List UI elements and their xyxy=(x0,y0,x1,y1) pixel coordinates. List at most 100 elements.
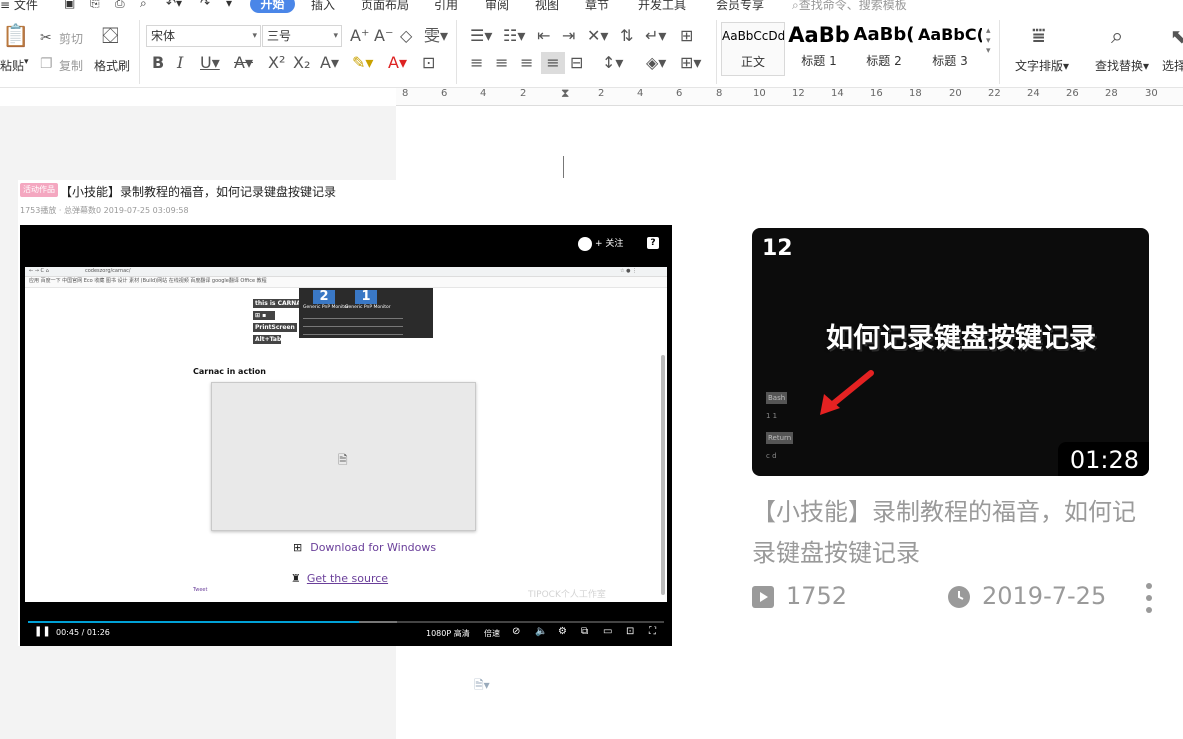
subscript-icon[interactable]: X₂ xyxy=(293,55,310,71)
tab-stops-icon[interactable]: ⊞ xyxy=(680,28,693,44)
fullscreen-icon[interactable]: ⛶ xyxy=(649,626,656,638)
file-menu[interactable]: ≡ 文件 xyxy=(0,0,38,13)
preview-icon[interactable]: ⌕ xyxy=(140,0,147,11)
volume-icon[interactable]: 🔈 xyxy=(535,626,547,638)
italic-icon[interactable]: I xyxy=(177,55,183,71)
video-player[interactable]: + 关注 ? ← → C ⌂ codeszorg/carnac/ ☆ ● ⋮ 应… xyxy=(20,225,672,646)
magnifier-icon[interactable]: ⌕ xyxy=(1111,26,1123,48)
scissors-icon[interactable]: ✂ xyxy=(40,30,52,46)
quality-button[interactable]: 1080P 高清 xyxy=(426,628,470,639)
divider xyxy=(716,20,717,84)
text-layout-button[interactable]: 文字排版▾ xyxy=(1015,57,1069,74)
select-cursor-icon[interactable]: ⬉ xyxy=(1170,26,1183,46)
speed-button[interactable]: 倍速 xyxy=(484,628,500,639)
text-layout-icon[interactable]: ⩸ xyxy=(1032,26,1045,48)
bullet-list-icon[interactable]: ☰▾ xyxy=(470,28,492,44)
copy-icon[interactable]: ❐ xyxy=(40,56,53,72)
tab-chapter[interactable]: 章节 xyxy=(585,0,609,13)
copy-button[interactable]: 复制 xyxy=(59,57,83,74)
undo-icon[interactable]: ↶▾ xyxy=(166,0,182,10)
cut-button[interactable]: 剪切 xyxy=(59,30,83,47)
follow-button[interactable]: + 关注 xyxy=(578,236,623,252)
command-search[interactable]: ⌕查找命令、搜索模板 xyxy=(792,0,907,13)
align-center-icon[interactable]: ≡ xyxy=(495,55,508,71)
tab-home[interactable]: 开始 xyxy=(250,0,295,13)
save-icon[interactable]: ▣ xyxy=(64,0,75,10)
ruler-tick: 6 xyxy=(441,88,448,99)
video-card-title[interactable]: 【小技能】录制教程的福音，如何记录键盘按键记录 xyxy=(752,492,1152,574)
font-color-icon[interactable]: A▾ xyxy=(388,55,407,71)
distribute-icon[interactable]: ⊟ xyxy=(570,55,583,71)
tab-page-layout[interactable]: 页面布局 xyxy=(361,0,409,13)
select-button[interactable]: 选择 xyxy=(1162,57,1183,74)
tab-insert[interactable]: 插入 xyxy=(311,0,335,13)
char-border-icon[interactable]: ⊡ xyxy=(422,55,435,71)
style-heading-1[interactable]: AaBb 标题 1 xyxy=(787,22,851,76)
chinese-layout-icon[interactable]: ✕▾ xyxy=(587,28,608,44)
text-cursor xyxy=(563,156,564,178)
pip-icon[interactable]: ⧉ xyxy=(581,626,588,638)
text-effect-icon[interactable]: A▾ xyxy=(320,55,339,71)
sort-icon[interactable]: ⇅ xyxy=(620,28,633,44)
clear-format-icon[interactable]: ◇ xyxy=(400,28,412,44)
show-marks-icon[interactable]: ↵▾ xyxy=(645,28,666,44)
bookmarks-text: 应用 百度一下 中国官网 Eco 收藏 图书 设计 素材 (Build)网站 在… xyxy=(29,278,267,284)
tab-developer[interactable]: 开发工具 xyxy=(638,0,686,13)
align-right-icon[interactable]: ≡ xyxy=(520,55,533,71)
line-spacing-icon[interactable]: ↕▾ xyxy=(602,55,623,71)
style-heading-2[interactable]: AaBb( 标题 2 xyxy=(852,22,916,76)
grow-font-icon[interactable]: A⁺ xyxy=(350,28,369,44)
font-name-select[interactable]: 宋体 ▾ xyxy=(146,25,261,47)
borders-icon[interactable]: ⊞▾ xyxy=(680,55,701,71)
tab-view[interactable]: 视图 xyxy=(535,0,559,13)
tab-references[interactable]: 引用 xyxy=(434,0,458,13)
pause-icon[interactable]: ❚❚ xyxy=(34,626,51,638)
numbered-list-icon[interactable]: ☷▾ xyxy=(503,28,525,44)
web-fullscreen-icon[interactable]: ⊡ xyxy=(626,626,634,638)
shading-icon[interactable]: ◈▾ xyxy=(646,55,666,71)
progress-bar[interactable] xyxy=(28,621,664,623)
underline-icon[interactable]: U▾ xyxy=(200,55,220,71)
settings-gear-icon[interactable]: ⚙ xyxy=(558,626,567,638)
find-replace-button[interactable]: 查找替换▾ xyxy=(1095,57,1149,74)
strikethrough-icon[interactable]: A▾ xyxy=(234,55,253,71)
paste-options-icon[interactable]: 🗎▾ xyxy=(474,676,490,697)
paste-button[interactable]: 粘贴 xyxy=(0,57,24,74)
paste-dropdown-icon[interactable]: ▾ xyxy=(24,57,29,67)
format-painter-icon[interactable]: ⛋ xyxy=(102,26,119,48)
help-icon[interactable]: ? xyxy=(647,237,659,249)
highlight-icon[interactable]: ✎▾ xyxy=(352,55,373,71)
export-icon[interactable]: ⎘ xyxy=(90,0,100,11)
align-left-icon[interactable]: ≡ xyxy=(470,55,483,71)
widescreen-icon[interactable]: ▭ xyxy=(603,626,612,638)
find-replace-label: 查找替换 xyxy=(1095,59,1144,73)
justify-icon[interactable]: ≡ xyxy=(541,52,565,74)
tab-member[interactable]: 会员专享 xyxy=(716,0,764,13)
recorded-browser-screen: ← → C ⌂ codeszorg/carnac/ ☆ ● ⋮ 应用 百度一下 … xyxy=(25,267,667,602)
indent-marker-icon[interactable]: ⧗ xyxy=(561,86,569,101)
bold-icon[interactable]: B xyxy=(152,55,164,71)
phonetic-icon[interactable]: 雯▾ xyxy=(424,28,448,44)
increase-indent-icon[interactable]: ⇥ xyxy=(562,28,575,44)
print-icon[interactable]: ⎙ xyxy=(115,0,125,11)
shrink-font-icon[interactable]: A⁻ xyxy=(374,28,393,44)
danmaku-off-icon[interactable]: ⊘ xyxy=(512,626,520,638)
more-options-icon[interactable] xyxy=(1144,583,1154,613)
format-painter-button[interactable]: 格式刷 xyxy=(94,57,130,74)
video-card-thumbnail[interactable]: 12 如何记录键盘按键记录 Bash 1 1 Return c d 01:28 xyxy=(752,228,1149,476)
horizontal-ruler[interactable]: 8 6 4 2 ⧗ 2 4 6 8 10 12 14 16 18 20 22 2… xyxy=(396,86,1183,106)
style-gallery-scroll-icon[interactable]: ▴ ▾ ▾ xyxy=(986,26,991,56)
font-size-select[interactable]: 三号 ▾ xyxy=(262,25,342,47)
monitor-label: Generic PnP Monitor xyxy=(345,305,391,310)
play-count-icon xyxy=(752,586,774,612)
decrease-indent-icon[interactable]: ⇤ xyxy=(537,28,550,44)
superscript-icon[interactable]: X² xyxy=(268,55,285,71)
tab-review[interactable]: 审阅 xyxy=(485,0,509,13)
style-normal[interactable]: AaBbCcDd 正文 xyxy=(721,22,785,76)
paste-icon[interactable]: 📋 xyxy=(2,26,29,48)
embedded-video-image[interactable]: 活动作品 【小技能】录制教程的福音，如何记录键盘按键记录 1753播放 · 总弹… xyxy=(18,180,672,646)
windows-key-icon: ⊞ ▪ xyxy=(253,311,275,320)
redo-icon[interactable]: ↷ xyxy=(200,0,210,10)
style-heading-3[interactable]: AaBbC( 标题 3 xyxy=(918,22,982,76)
quick-access-dropdown-icon[interactable]: ▾ xyxy=(226,0,232,10)
